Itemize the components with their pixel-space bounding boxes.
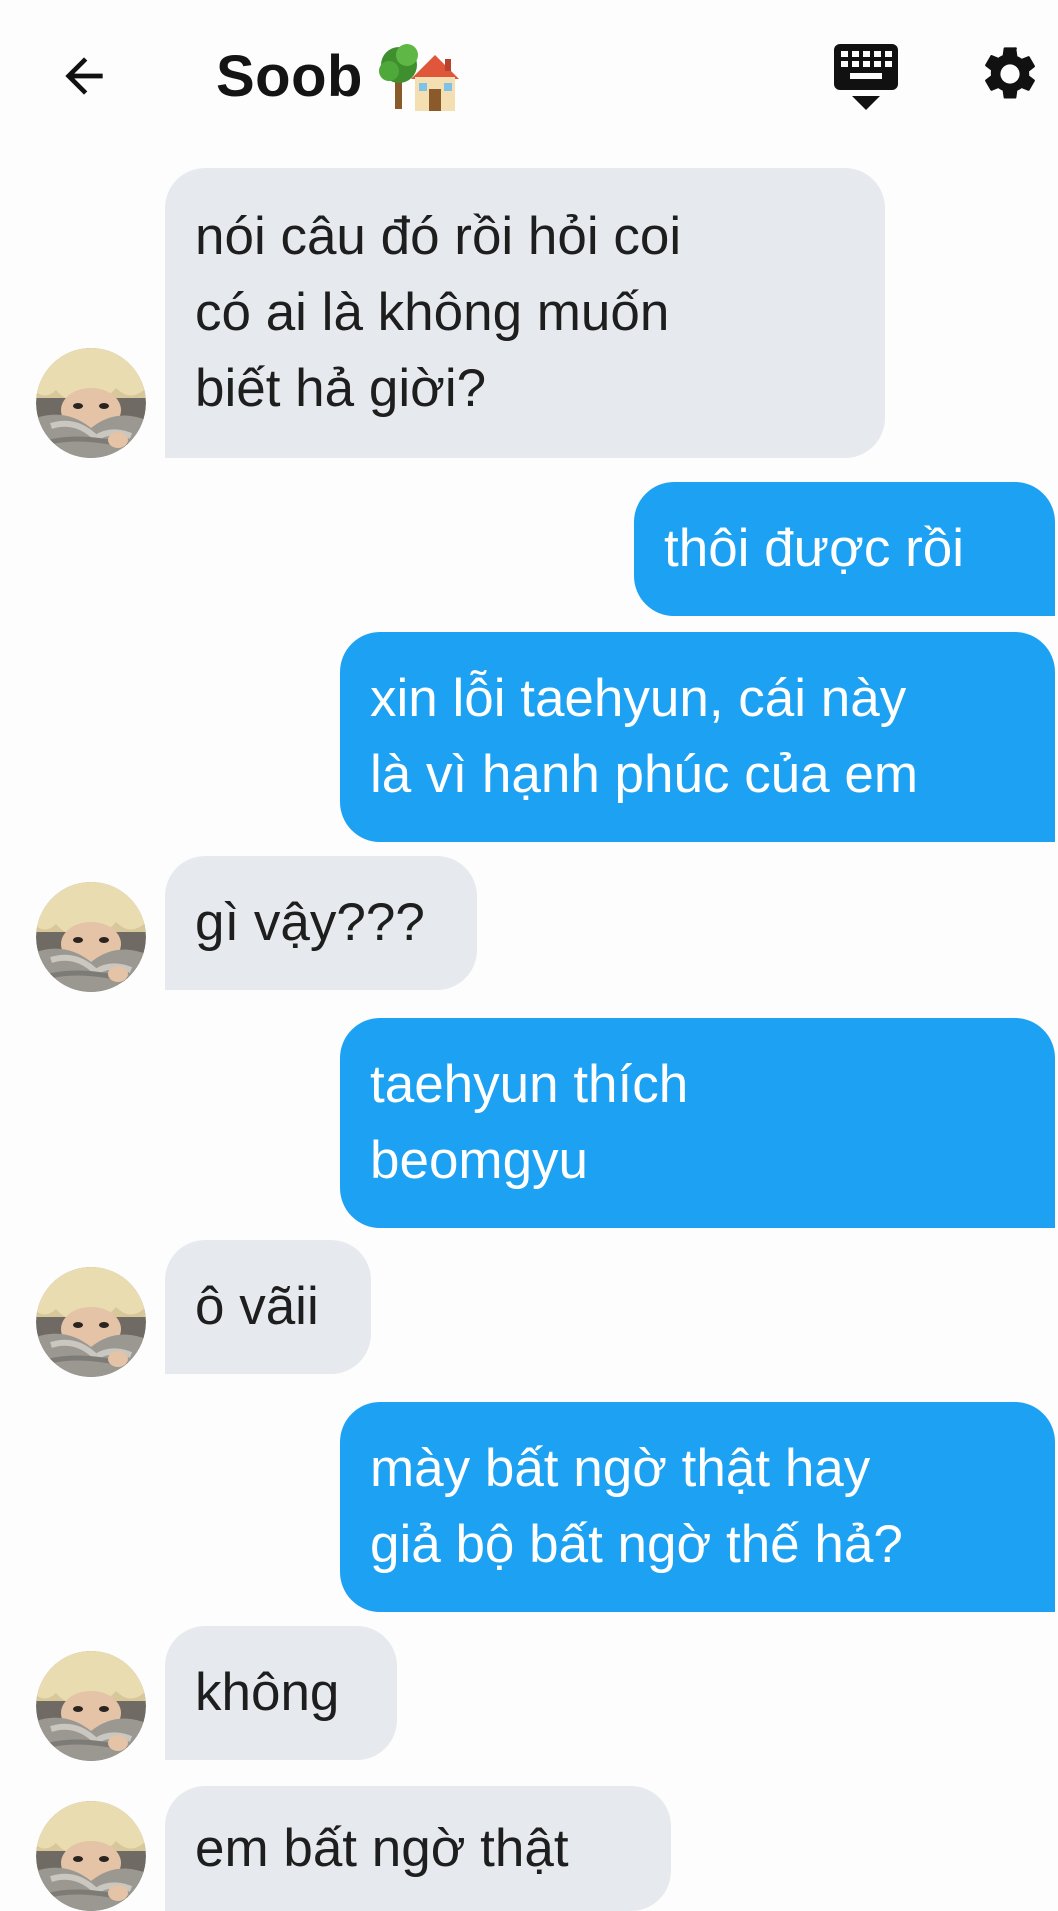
- chat-screen: Soob nói câu đó rồi hỏi coi có ai là khô…: [0, 0, 1058, 1911]
- incoming-message[interactable]: không: [165, 1626, 397, 1760]
- outgoing-message[interactable]: thôi được rồi: [634, 482, 1055, 616]
- tree-house-emoji-icon: [378, 44, 459, 111]
- chat-header: Soob: [0, 0, 1058, 150]
- incoming-message[interactable]: em bất ngờ thật: [165, 1786, 671, 1911]
- incoming-message[interactable]: ô vãii: [165, 1240, 371, 1374]
- contact-avatar[interactable]: [36, 1267, 146, 1377]
- gear-icon: [985, 47, 1035, 99]
- settings-button[interactable]: [978, 42, 1042, 106]
- conversation-title[interactable]: Soob: [216, 36, 459, 116]
- outgoing-message[interactable]: xin lỗi taehyun, cái này là vì hạnh phúc…: [340, 632, 1055, 842]
- outgoing-message[interactable]: mày bất ngờ thật hay giả bộ bất ngờ thế …: [340, 1402, 1055, 1612]
- incoming-message[interactable]: gì vậy???: [165, 856, 477, 990]
- outgoing-message[interactable]: taehyun thích beomgyu: [340, 1018, 1055, 1228]
- hide-keyboard-button[interactable]: [832, 40, 900, 112]
- contact-avatar[interactable]: [36, 348, 146, 458]
- contact-name: Soob: [216, 43, 363, 109]
- incoming-message[interactable]: nói câu đó rồi hỏi coi có ai là không mu…: [165, 168, 885, 458]
- contact-avatar[interactable]: [36, 1801, 146, 1911]
- back-arrow-icon: [65, 57, 103, 95]
- back-button[interactable]: [48, 40, 120, 112]
- contact-avatar[interactable]: [36, 882, 146, 992]
- keyboard-hide-icon: [834, 44, 898, 110]
- contact-avatar[interactable]: [36, 1651, 146, 1761]
